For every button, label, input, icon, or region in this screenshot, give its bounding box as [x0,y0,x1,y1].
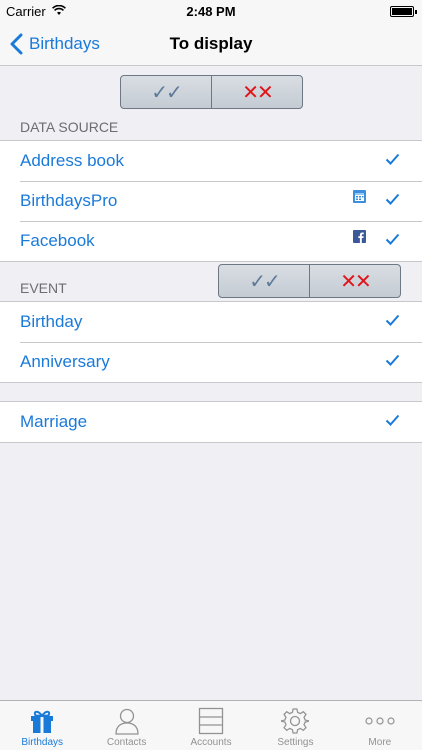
event-list: Birthday Anniversary [0,301,422,383]
list-item-birthday[interactable]: Birthday [0,302,422,342]
checkmark-icon [385,314,400,326]
list-item-label: Anniversary [20,352,110,371]
tab-birthdays[interactable]: Birthdays [0,701,84,750]
gear-icon [281,706,310,736]
list-item-label: Facebook [20,231,95,250]
tab-label: Accounts [190,737,232,748]
checkmark-icon [385,233,400,245]
event-select-control: ✓✓ ✕✕ [218,264,401,298]
tab-label: Birthdays [21,737,64,748]
data-source-list: Address book BirthdaysPro Facebook [0,140,422,262]
list-item-label: Birthday [20,312,83,331]
list-item-facebook[interactable]: Facebook [0,221,422,261]
list-item-marriage[interactable]: Marriage [0,402,422,442]
navigation-bar: Birthdays To display [0,22,422,66]
deselect-all-sources-button[interactable]: ✕✕ [211,76,302,108]
tab-label: Settings [277,737,314,748]
tab-bar: Birthdays Contacts Accounts Settings Mor… [0,700,422,750]
tab-more[interactable]: More [338,701,422,750]
list-item-anniversary[interactable]: Anniversary [0,342,422,382]
section-header-data-source: DATA SOURCE [20,119,119,135]
battery-icon [390,6,417,17]
tab-label: Contacts [106,737,147,748]
status-bar: Carrier 2:48 PM [0,0,422,22]
birthdayspro-icon [353,190,366,203]
tab-label: More [368,737,392,748]
section-header-event: EVENT [20,280,67,296]
checkmark-icon [385,354,400,366]
list-item-birthdayspro[interactable]: BirthdaysPro [0,181,422,221]
list-item-label: Marriage [20,412,88,431]
data-source-select-control: ✓✓ ✕✕ [120,75,303,109]
gift-icon [29,706,55,736]
deselect-all-events-button[interactable]: ✕✕ [309,265,400,297]
checkmark-icon [385,193,400,205]
select-all-sources-button[interactable]: ✓✓ [121,76,211,108]
tab-contacts[interactable]: Contacts [84,701,168,750]
checkmark-icon [385,153,400,165]
status-time: 2:48 PM [186,4,236,19]
more-icon [364,706,396,736]
other-event-list: Marriage [0,401,422,443]
tab-settings[interactable]: Settings [253,701,337,750]
tab-accounts[interactable]: Accounts [169,701,253,750]
person-icon [114,706,140,736]
checkmark-icon [385,414,400,426]
list-item-label: Address book [20,151,124,170]
select-all-events-button[interactable]: ✓✓ [219,265,309,297]
accounts-icon [198,706,224,736]
facebook-icon [353,230,366,243]
list-item-address-book[interactable]: Address book [0,141,422,181]
list-item-label: BirthdaysPro [20,191,118,210]
page-title: To display [169,34,253,53]
